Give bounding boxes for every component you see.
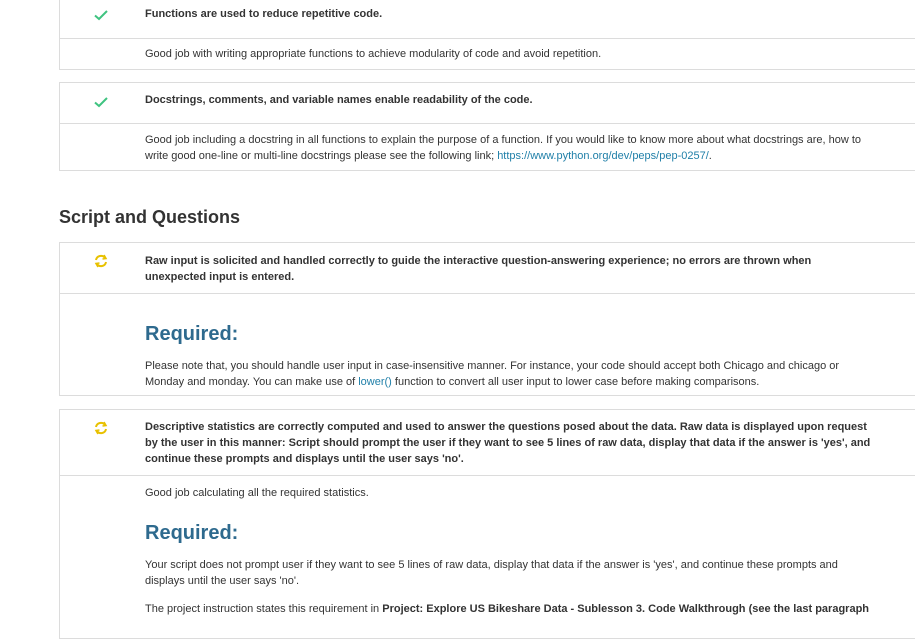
required-note-line-2-text: Monday and monday. You can make use of: [145, 376, 359, 388]
raw-input-review-card: Raw input is solicited and handled corre…: [59, 242, 915, 396]
feedback-line-2-text: write good one-line or multi-line docstr…: [145, 150, 498, 162]
stats-review-card: Descriptive statistics are correctly com…: [59, 409, 915, 639]
criterion-row: Descriptive statistics are correctly com…: [60, 410, 915, 475]
criterion-row: Functions are used to reduce repetitive …: [60, 0, 915, 38]
feedback-text: Good job with writing appropriate functi…: [145, 48, 602, 60]
required-line-2: displays until the user says 'no'.: [145, 575, 299, 587]
criterion-text: Functions are used to reduce repetitive …: [145, 8, 383, 20]
feedback-text: Good job calculating all the required st…: [145, 487, 369, 499]
pep-257-link[interactable]: https://www.python.org/dev/peps/pep-0257…: [497, 150, 709, 162]
refresh-icon: [94, 254, 108, 268]
criterion-line-2: by the user in this manner: Script shoul…: [145, 437, 871, 449]
required-note-line-2-end: function to convert all user input to lo…: [391, 376, 760, 388]
checkmark-icon: [94, 10, 108, 21]
refresh-icon: [94, 421, 108, 435]
required-note-line-1: Please note that, you should handle user…: [145, 360, 840, 372]
criterion-row: Raw input is solicited and handled corre…: [60, 243, 915, 293]
required-heading: Required:: [145, 522, 239, 544]
criterion-text: Docstrings, comments, and variable names…: [145, 94, 533, 106]
feedback-line-2: write good one-line or multi-line docstr…: [145, 148, 915, 164]
required-heading: Required:: [145, 323, 239, 345]
required-note-line-2: Monday and monday. You can make use of l…: [145, 374, 888, 390]
feedback-row: Good job including a docstring in all fu…: [60, 123, 915, 170]
required-line-1: Your script does not prompt user if they…: [145, 559, 838, 571]
instruction-bold-text: Project: Explore US Bikeshare Data - Sub…: [382, 603, 870, 615]
criterion-line-1: Descriptive statistics are correctly com…: [145, 421, 867, 433]
instruction-text: The project instruction states this requ…: [145, 603, 383, 615]
lower-function-link[interactable]: lower(): [358, 376, 392, 388]
feedback-period: .: [708, 150, 712, 162]
feedback-row: Good job calculating all the required st…: [60, 475, 915, 639]
instruction-line: The project instruction states this requ…: [145, 601, 888, 617]
criterion-row: Docstrings, comments, and variable names…: [60, 83, 915, 123]
feedback-row: Good job with writing appropriate functi…: [60, 38, 915, 70]
checkmark-icon: [94, 97, 108, 108]
criterion-line-1: Raw input is solicited and handled corre…: [145, 255, 812, 267]
feedback-line-1: Good job including a docstring in all fu…: [145, 134, 862, 146]
docstrings-review-card: Docstrings, comments, and variable names…: [59, 82, 915, 171]
criterion-line-2: unexpected input is entered.: [145, 271, 295, 283]
feedback-row: Required: Please note that, you should h…: [60, 293, 915, 395]
functions-review-card: Functions are used to reduce repetitive …: [59, 0, 915, 70]
criterion-line-3: continue these prompts and displays unti…: [145, 453, 464, 465]
section-title: Script and Questions: [59, 207, 241, 227]
